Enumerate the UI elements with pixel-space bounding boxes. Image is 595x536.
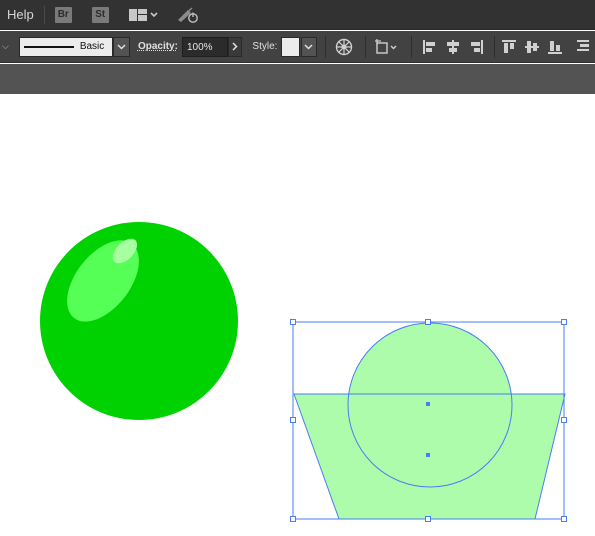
glossy-green-sphere[interactable]	[40, 222, 238, 420]
bbox-handle-top-right[interactable]	[561, 319, 567, 325]
trapezoid-center-point	[426, 453, 430, 457]
stroke-profile-dropdown[interactable]	[113, 36, 130, 57]
stock-button[interactable]: St	[91, 6, 109, 23]
style-label: Style:	[252, 41, 278, 52]
stroke-profile-value: Basic	[79, 41, 105, 52]
artboard-canvas[interactable]	[0, 94, 595, 536]
chevron-down-icon	[304, 43, 313, 50]
control-separator	[325, 35, 327, 58]
bbox-handle-bottom-center[interactable]	[425, 516, 431, 522]
align-left-button[interactable]	[420, 36, 440, 58]
recolor-artwork-icon	[335, 38, 353, 55]
distribute-button[interactable]	[572, 36, 592, 58]
bbox-handle-bottom-left[interactable]	[290, 516, 296, 522]
menu-help[interactable]: Help	[0, 0, 42, 30]
bbox-handle-top-left[interactable]	[290, 319, 296, 325]
opacity-slider-button[interactable]	[227, 36, 243, 57]
align-top-icon	[502, 39, 517, 53]
stroke-profile-select[interactable]: Basic	[18, 36, 114, 57]
align-bottom-icon	[548, 40, 563, 54]
align-vertical-center-icon	[525, 40, 540, 53]
menu-bar: Help Br St	[0, 0, 595, 30]
artwork-layer	[40, 222, 567, 522]
chevron-down-icon	[150, 11, 158, 17]
menu-separator	[43, 5, 45, 24]
align-right-button[interactable]	[466, 36, 486, 58]
align-horizontal-center-button[interactable]	[443, 36, 463, 58]
workspace-layout-icon	[128, 8, 158, 21]
bbox-handle-middle-right[interactable]	[561, 417, 567, 423]
control-separator	[364, 35, 366, 58]
circle-center-point	[426, 402, 430, 406]
stroke-weight-chevron-icon[interactable]: ⌵	[2, 41, 9, 52]
stroke-line-preview	[23, 45, 74, 48]
selected-group[interactable]	[290, 319, 567, 522]
align-right-icon	[470, 39, 483, 54]
control-separator	[410, 35, 412, 58]
distribute-icon	[577, 39, 590, 51]
bbox-handle-bottom-right[interactable]	[561, 516, 567, 522]
align-vertical-center-button[interactable]	[522, 36, 542, 58]
bbox-handle-top-center[interactable]	[425, 319, 431, 325]
align-left-icon	[422, 39, 435, 54]
bbox-handle-middle-left[interactable]	[290, 417, 296, 423]
chevron-down-icon	[117, 43, 126, 50]
transform-icon	[374, 38, 397, 54]
align-horizontal-center-icon	[446, 39, 459, 54]
opacity-label[interactable]: Opacity:	[138, 41, 178, 52]
graphic-style-swatch[interactable]	[281, 36, 300, 57]
align-bottom-button[interactable]	[545, 36, 565, 58]
sphere-body	[40, 222, 238, 420]
recolor-artwork-button[interactable]	[334, 36, 354, 58]
align-top-button[interactable]	[499, 36, 519, 58]
gpu-performance-button[interactable]	[177, 6, 199, 23]
control-bar: ⌵ Basic Opacity: 100% Style:	[0, 31, 595, 63]
control-separator	[493, 35, 495, 58]
bridge-button[interactable]: Br	[54, 6, 72, 23]
graphic-style-dropdown[interactable]	[300, 36, 318, 57]
chevron-right-icon	[232, 42, 238, 51]
opacity-input[interactable]: 100%	[181, 36, 228, 57]
workspace-layout-button[interactable]	[128, 8, 159, 22]
transform-button[interactable]	[374, 36, 400, 58]
gpu-performance-icon	[177, 6, 198, 23]
document-tab-strip	[0, 64, 595, 94]
